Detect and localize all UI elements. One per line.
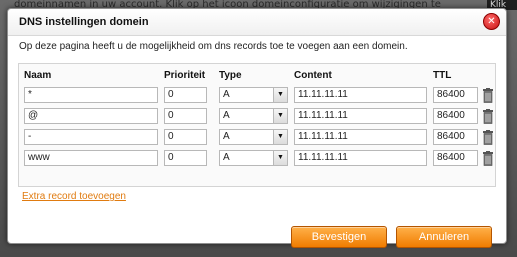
type-select[interactable]: A ▼ — [219, 108, 288, 124]
records-panel — [18, 63, 496, 187]
content-input[interactable]: 11.11.11.11 — [294, 150, 427, 166]
type-value: A — [223, 152, 230, 163]
ttl-input[interactable]: 86400 — [433, 150, 478, 166]
naam-input[interactable]: - — [24, 129, 158, 145]
close-icon[interactable]: ✕ — [483, 13, 500, 30]
prioriteit-input[interactable]: 0 — [164, 87, 207, 103]
prioriteit-input[interactable]: 0 — [164, 108, 207, 124]
naam-input[interactable]: * — [24, 87, 158, 103]
dialog-title: DNS instellingen domein — [19, 16, 149, 28]
column-ttl: TTL — [433, 70, 452, 81]
ttl-input[interactable]: 86400 — [433, 108, 478, 124]
trash-icon[interactable] — [482, 151, 494, 166]
trash-icon[interactable] — [482, 130, 494, 145]
table-row: @ 0 A ▼ 11.11.11.11 86400 — [8, 108, 508, 125]
trash-icon[interactable] — [482, 109, 494, 124]
cancel-button[interactable]: Annuleren — [396, 226, 492, 248]
prioriteit-input[interactable]: 0 — [164, 129, 207, 145]
dns-settings-dialog: DNS instellingen domein ✕ Op deze pagina… — [7, 8, 508, 248]
ttl-input[interactable]: 86400 — [433, 129, 478, 145]
prioriteit-input[interactable]: 0 — [164, 150, 207, 166]
type-select[interactable]: A ▼ — [219, 87, 288, 103]
chevron-down-icon[interactable]: ▼ — [273, 130, 287, 144]
type-select[interactable]: A ▼ — [219, 150, 288, 166]
ttl-input[interactable]: 86400 — [433, 87, 478, 103]
type-value: A — [223, 110, 230, 121]
dialog-titlebar: DNS instellingen domein ✕ — [8, 9, 506, 36]
chevron-down-icon[interactable]: ▼ — [273, 109, 287, 123]
column-naam: Naam — [24, 70, 52, 81]
chevron-down-icon[interactable]: ▼ — [273, 88, 287, 102]
chevron-down-icon[interactable]: ▼ — [273, 151, 287, 165]
naam-input[interactable]: www — [24, 150, 158, 166]
column-type: Type — [219, 70, 242, 81]
content-input[interactable]: 11.11.11.11 — [294, 87, 427, 103]
table-row: * 0 A ▼ 11.11.11.11 86400 — [8, 87, 508, 104]
content-input[interactable]: 11.11.11.11 — [294, 108, 427, 124]
trash-icon[interactable] — [482, 88, 494, 103]
confirm-button[interactable]: Bevestigen — [291, 226, 387, 248]
column-prioriteit: Prioriteit — [164, 70, 206, 81]
type-select[interactable]: A ▼ — [219, 129, 288, 145]
column-content: Content — [294, 70, 332, 81]
naam-input[interactable]: @ — [24, 108, 158, 124]
add-record-link[interactable]: Extra record toevoegen — [22, 191, 126, 202]
content-input[interactable]: 11.11.11.11 — [294, 129, 427, 145]
table-row: www 0 A ▼ 11.11.11.11 86400 — [8, 150, 508, 167]
type-value: A — [223, 131, 230, 142]
dialog-intro: Op deze pagina heeft u de mogelijkheid o… — [19, 41, 408, 52]
type-value: A — [223, 89, 230, 100]
table-row: - 0 A ▼ 11.11.11.11 86400 — [8, 129, 508, 146]
